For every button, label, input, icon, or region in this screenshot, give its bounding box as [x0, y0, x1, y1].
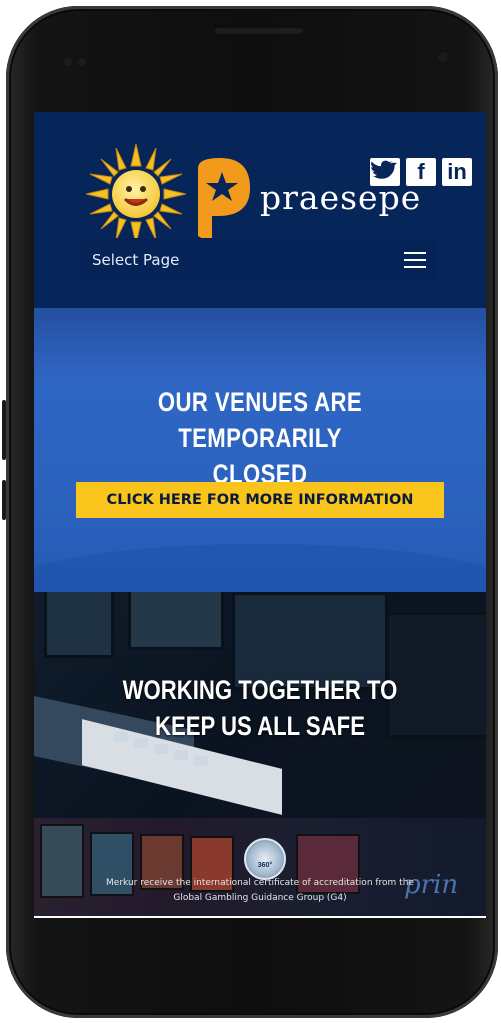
safety-title-line1: WORKING TOGETHER TO	[122, 675, 398, 705]
slot-button	[174, 750, 188, 760]
front-camera	[436, 50, 450, 64]
site-header: praesepe f in Select Page	[34, 112, 486, 308]
phone-screen: praesepe f in Select Page OUR VENUES ARE…	[34, 112, 486, 916]
sun-face-icon	[112, 170, 160, 218]
banner-title: OUR VENUES ARE TEMPORARILY CLOSED	[75, 384, 446, 492]
hamburger-menu-icon[interactable]	[404, 252, 426, 268]
merkur-sun-logo[interactable]	[86, 144, 186, 244]
mobile-nav-bar: Select Page	[80, 238, 438, 282]
badge-text: 360°	[257, 862, 273, 869]
slot-button	[154, 744, 168, 754]
praesepe-p-logo[interactable]	[190, 156, 252, 246]
safety-title: WORKING TOGETHER TO KEEP US ALL SAFE	[75, 672, 446, 744]
safety-title-line2: KEEP US ALL SAFE	[155, 711, 365, 741]
select-page-label[interactable]: Select Page	[92, 251, 179, 269]
safety-hero-section: WORKING TOGETHER TO KEEP US ALL SAFE	[34, 592, 486, 818]
power-button	[2, 480, 6, 520]
caption-line2: Global Gambling Guidance Group (G4)	[173, 893, 347, 903]
slot-button	[194, 756, 208, 766]
certificate-section: 360° prin Merkur receive the internation…	[34, 818, 486, 916]
facebook-icon[interactable]: f	[406, 158, 436, 186]
g4-certificate-badge-icon: 360°	[244, 838, 286, 880]
front-sensors	[64, 53, 94, 66]
social-links: f in	[370, 158, 472, 186]
linkedin-icon[interactable]: in	[442, 158, 472, 186]
smile-icon	[123, 186, 149, 206]
caption-line1: Merkur receive the international certifi…	[106, 878, 414, 888]
more-information-button[interactable]: CLICK HERE FOR MORE INFORMATION	[76, 482, 444, 518]
venues-closed-banner: OUR VENUES ARE TEMPORARILY CLOSED CLICK …	[34, 308, 486, 624]
twitter-icon[interactable]	[370, 158, 400, 186]
screen-bottom-edge	[34, 916, 486, 918]
volume-button	[2, 400, 6, 460]
certificate-caption: Merkur receive the international certifi…	[74, 876, 446, 906]
earpiece-speaker	[214, 26, 304, 34]
banner-title-line1: OUR VENUES ARE TEMPORARILY	[157, 387, 363, 453]
